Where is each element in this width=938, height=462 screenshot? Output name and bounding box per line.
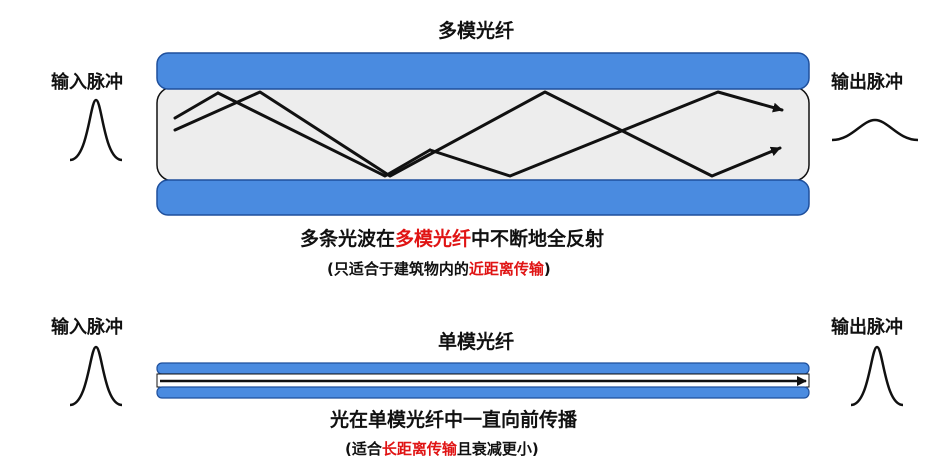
multimode-title: 多模光纤 xyxy=(438,20,515,42)
multimode-caption: 多条光波在多模光纤中不断地全反射 xyxy=(300,224,604,251)
multimode-note: (只适合于建筑物内的近距离传输) xyxy=(327,258,551,279)
singlemode-note: (适合长距离传输且衰减更小) xyxy=(345,438,539,459)
multimode-note-post: ) xyxy=(543,260,551,278)
singlemode-input-label: 输入脉冲 xyxy=(51,317,123,338)
multimode-top-cladding xyxy=(156,52,810,90)
singlemode-output-pulse xyxy=(850,345,904,407)
multimode-bottom-cladding xyxy=(156,179,810,216)
singlemode-caption: 光在单模光纤中一直向前传播 xyxy=(330,409,578,431)
singlemode-note-post: 且衰减更小) xyxy=(456,440,539,458)
singlemode-top-cladding xyxy=(156,362,810,375)
singlemode-output-label: 输出脉冲 xyxy=(831,317,903,338)
singlemode-title: 单模光纤 xyxy=(438,331,515,353)
singlemode-note-highlight: 长距离传输 xyxy=(381,440,457,458)
multimode-caption-pre: 多条光波在 xyxy=(300,228,396,250)
singlemode-note-pre: (适合 xyxy=(345,440,382,458)
singlemode-bottom-cladding xyxy=(156,386,810,399)
multimode-input-label: 输入脉冲 xyxy=(51,72,123,93)
multimode-caption-post: 中不断地全反射 xyxy=(471,228,605,250)
singlemode-input-pulse xyxy=(69,345,123,407)
multimode-input-pulse xyxy=(69,98,123,162)
multimode-note-pre: (只适合于建筑物内的 xyxy=(327,260,469,278)
multimode-output-pulse xyxy=(831,118,919,142)
multimode-output-label: 输出脉冲 xyxy=(831,72,903,93)
multimode-caption-highlight: 多模光纤 xyxy=(395,228,472,250)
multimode-note-highlight: 近距离传输 xyxy=(468,260,544,278)
